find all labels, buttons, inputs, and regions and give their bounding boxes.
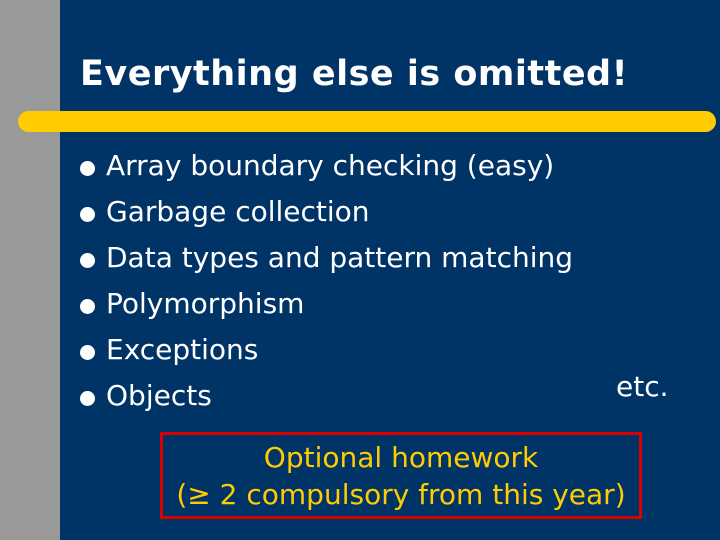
bullet-dot-icon [80,160,95,176]
bullet-text: Exceptions [106,332,259,366]
bullet-list: Array boundary checking (easy) Garbage c… [80,142,680,418]
bullet-item: Exceptions [80,326,680,372]
bullet-dot-icon [80,344,95,360]
homework-callout-box: Optional homework (≥ 2 compulsory from t… [160,432,642,519]
bullet-dot-icon [80,206,95,222]
bullet-item: Array boundary checking (easy) [80,142,680,188]
bullet-text: Polymorphism [106,286,305,320]
bullet-item: Objects [80,372,680,418]
bullet-item: Garbage collection [80,188,680,234]
bullet-text: Data types and pattern matching [106,240,574,274]
bullet-item: Data types and pattern matching [80,234,680,280]
homework-line-1: Optional homework [263,440,539,474]
bullet-text: Objects [106,378,212,412]
bullet-text: Array boundary checking (easy) [106,148,555,182]
bullet-dot-icon [80,390,95,406]
bullet-dot-icon [80,298,95,314]
bullet-dot-icon [80,252,95,268]
slide-title: Everything else is omitted! [80,54,629,94]
bullet-item: Polymorphism [80,280,680,326]
bullet-text: Garbage collection [106,194,370,228]
title-underline-bar [18,111,716,132]
homework-line-2: (≥ 2 compulsory from this year) [176,477,626,511]
etc-label: etc. [616,370,669,403]
left-accent-bar [0,0,60,540]
